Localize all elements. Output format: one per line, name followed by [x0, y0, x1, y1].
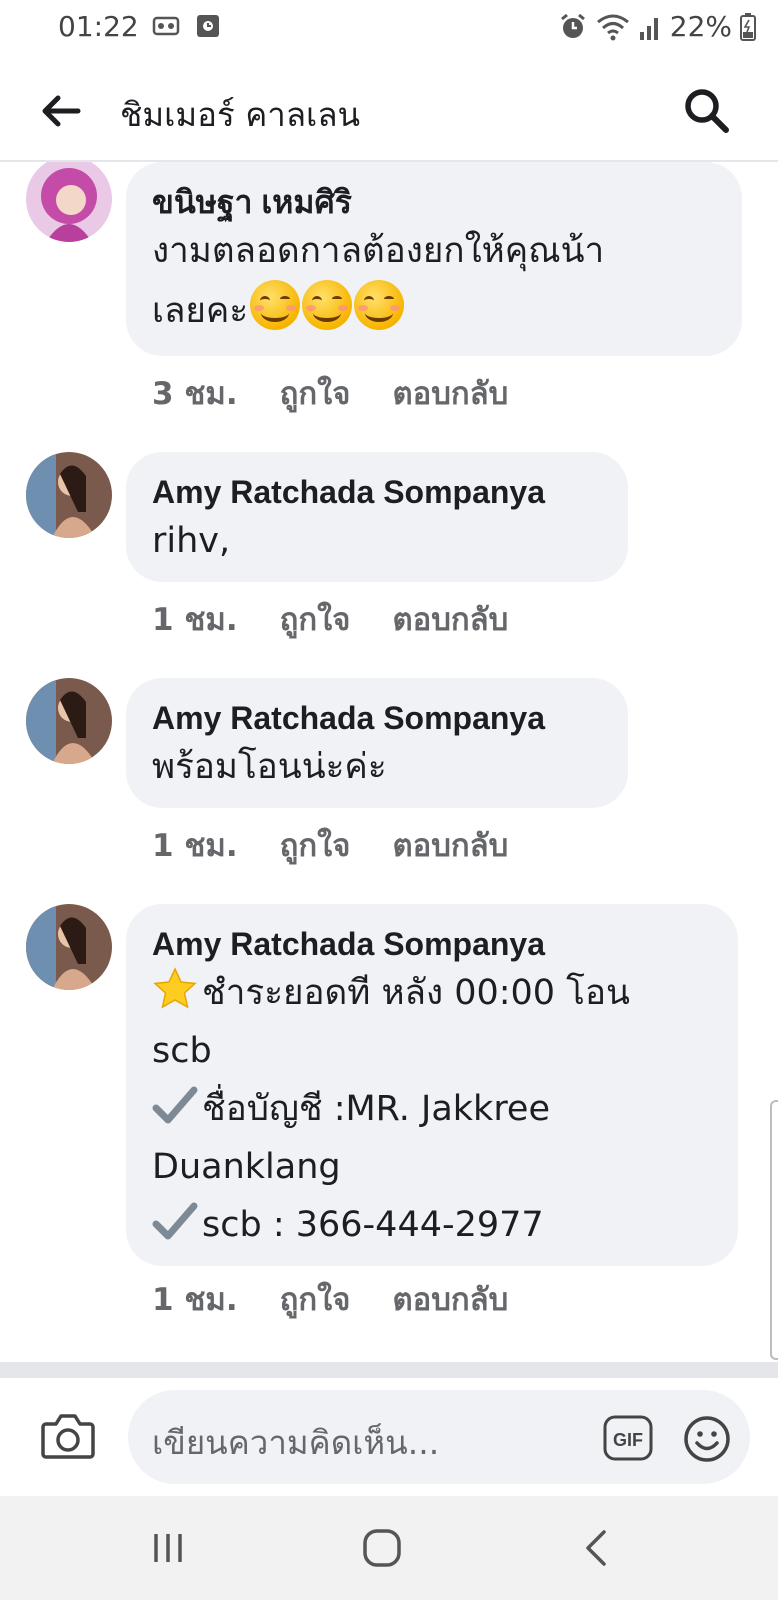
- like-button[interactable]: ถูกใจ: [280, 820, 351, 870]
- smiling-face-emoji-icon: [302, 280, 353, 330]
- smiling-face-emoji-icon: [250, 280, 301, 330]
- camera-icon[interactable]: [40, 1410, 96, 1460]
- comment-input-placeholder: เขียนความคิดเห็น...: [152, 1423, 440, 1462]
- status-left-icons: [152, 13, 222, 39]
- comment-time: 1 ชม.: [152, 602, 238, 638]
- comment-line: rihv,: [152, 521, 231, 561]
- comment-time: 1 ชม.: [152, 828, 238, 864]
- page-title: ชิมเมอร์ คาลเลน: [120, 95, 361, 134]
- comment-bubble: Amy Ratchada Sompanya พร้อมโอนน่ะค่ะ: [126, 678, 628, 808]
- comment-line: Duanklang: [152, 1147, 341, 1187]
- comment-line: scb : 366-444-2977: [202, 1205, 544, 1245]
- comment-time: 1 ชม.: [152, 1282, 238, 1318]
- reply-button[interactable]: ตอบกลับ: [392, 820, 508, 870]
- composer-divider: [0, 1362, 778, 1378]
- scrollbar[interactable]: [770, 1100, 778, 1360]
- alarm-icon: [560, 13, 585, 38]
- status-bar: 01:22 22%: [0, 0, 778, 58]
- avatar[interactable]: [26, 452, 112, 538]
- vr-icon: [152, 16, 180, 36]
- avatar[interactable]: [26, 904, 112, 990]
- comment-bubble: Amy Ratchada Sompanya rihv,: [126, 452, 628, 582]
- comment-line-with-star: ชำระยอดที หลัง 00:00 โอน: [152, 964, 712, 1022]
- comment-line: ชำระยอดที หลัง 00:00 โอน: [202, 973, 630, 1013]
- comment-composer: เขียนความคิดเห็น... GIF: [0, 1378, 778, 1496]
- system-back-icon[interactable]: [574, 1526, 618, 1570]
- gif-label: GIF: [613, 1430, 643, 1450]
- comment-list: ขนิษฐา เหมศิริ งามตลอดกาลต้องยกให้คุณน้า…: [0, 162, 778, 1362]
- like-button[interactable]: ถูกใจ: [280, 368, 351, 418]
- app-bar: ชิมเมอร์ คาลเลน: [0, 58, 778, 162]
- checkmark-icon: [152, 1202, 198, 1240]
- wifi-icon: [596, 14, 629, 40]
- signal-icon: [639, 17, 658, 40]
- reply-button[interactable]: ตอบกลับ: [392, 1274, 508, 1324]
- comment-line: งามตลอดกาลต้องยกให้คุณน้า: [152, 231, 605, 271]
- comment-line: scb: [152, 1031, 212, 1071]
- reply-button[interactable]: ตอบกลับ: [392, 594, 508, 644]
- comment-text: rihv,: [152, 512, 602, 570]
- avatar[interactable]: [26, 678, 112, 764]
- comment-author[interactable]: Amy Ratchada Sompanya: [152, 698, 602, 738]
- comment-line-with-check: scb : 366-444-2977: [152, 1196, 712, 1254]
- gif-icon[interactable]: GIF: [602, 1414, 654, 1462]
- comment-line-with-emoji: เลยคะ: [152, 280, 716, 340]
- recent-apps-icon[interactable]: [146, 1526, 190, 1570]
- comment-author[interactable]: Amy Ratchada Sompanya: [152, 924, 712, 964]
- status-time: 01:22: [58, 10, 139, 43]
- emoji-picker-icon[interactable]: [682, 1414, 732, 1464]
- battery-percent: 22%: [669, 10, 732, 43]
- comment-line: ชื่อบัญชี :MR. Jakkree: [202, 1089, 551, 1129]
- comment-text: พร้อมโอนน่ะค่ะ: [152, 738, 602, 796]
- comment-text: ชำระยอดที หลัง 00:00 โอน scb ชื่อบัญชี :…: [152, 964, 712, 1254]
- comment-actions: 1 ชม. ถูกใจ ตอบกลับ: [152, 1274, 508, 1324]
- comment-text: งามตลอดกาลต้องยกให้คุณน้า เลยคะ: [152, 222, 716, 340]
- comment-input[interactable]: เขียนความคิดเห็น... GIF: [128, 1390, 750, 1484]
- smiling-face-emoji-icon: [354, 280, 405, 330]
- like-button[interactable]: ถูกใจ: [280, 594, 351, 644]
- battery-icon: [740, 12, 756, 41]
- star-emoji-icon: [153, 967, 197, 1009]
- like-button[interactable]: ถูกใจ: [280, 1274, 351, 1324]
- comment-line: พร้อมโอนน่ะค่ะ: [152, 747, 387, 787]
- reply-button[interactable]: ตอบกลับ: [392, 368, 508, 418]
- comment-author[interactable]: Amy Ratchada Sompanya: [152, 472, 602, 512]
- comment-bubble: ขนิษฐา เหมศิริ งามตลอดกาลต้องยกให้คุณน้า…: [126, 162, 742, 356]
- comment-actions: 3 ชม. ถูกใจ ตอบกลับ: [152, 368, 508, 418]
- comment-line: เลยคะ: [152, 291, 249, 331]
- system-nav-bar: [0, 1496, 778, 1600]
- back-arrow-icon[interactable]: [38, 88, 84, 134]
- comment-actions: 1 ชม. ถูกใจ ตอบกลับ: [152, 594, 508, 644]
- status-right: 22%: [558, 10, 756, 43]
- comment-time: 3 ชม.: [152, 376, 238, 412]
- home-icon[interactable]: [360, 1526, 404, 1570]
- photo-icon: [197, 15, 219, 37]
- search-icon[interactable]: [682, 86, 730, 134]
- comment-bubble: Amy Ratchada Sompanya ชำระยอดที หลัง 00:…: [126, 904, 738, 1266]
- comment-line-with-check: ชื่อบัญชี :MR. Jakkree: [152, 1080, 712, 1138]
- avatar[interactable]: [26, 162, 112, 242]
- comment-author[interactable]: ขนิษฐา เหมศิริ: [152, 182, 716, 222]
- checkmark-icon: [152, 1086, 198, 1124]
- comment-actions: 1 ชม. ถูกใจ ตอบกลับ: [152, 820, 508, 870]
